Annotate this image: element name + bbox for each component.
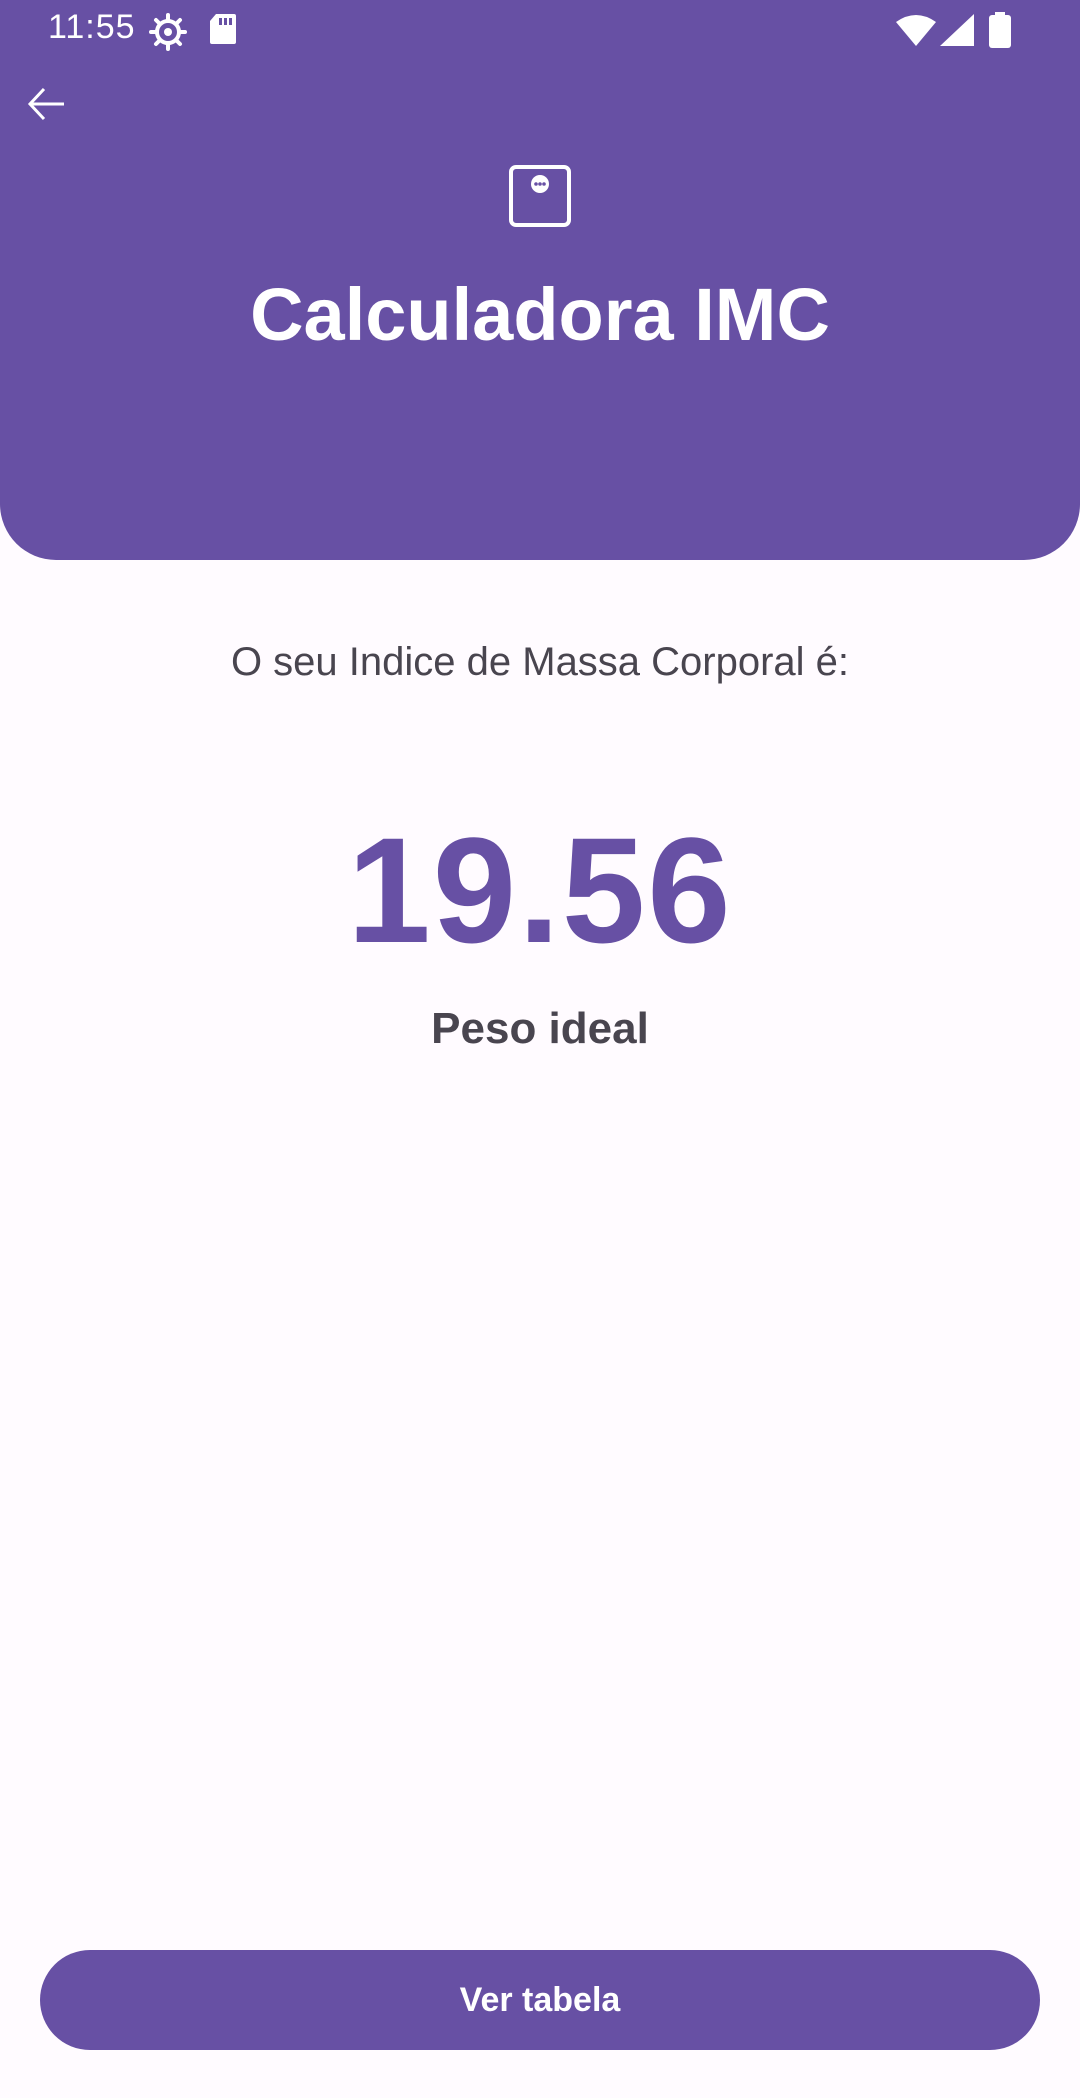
status-bar: 11:55 — [0, 0, 1080, 64]
header: 11:55 Calculadora IMC — [0, 0, 1080, 560]
sd-card-icon — [208, 12, 238, 51]
cellular-signal-icon — [940, 14, 974, 51]
back-button[interactable] — [16, 74, 76, 134]
battery-icon — [988, 12, 1012, 53]
arrow-back-icon — [27, 87, 64, 121]
wifi-icon — [896, 14, 936, 51]
status-time: 11:55 — [48, 8, 136, 46]
bmi-category: Peso ideal — [431, 1004, 649, 1053]
bmi-label: O seu Indice de Massa Corporal é: — [230, 640, 850, 684]
page-title: Calculadora IMC — [250, 273, 830, 356]
settings-gear-icon — [148, 12, 188, 57]
bmi-value: 19.56 — [347, 806, 733, 974]
view-table-button[interactable]: Ver tabela — [40, 1950, 1040, 2050]
scale-icon — [508, 164, 572, 228]
